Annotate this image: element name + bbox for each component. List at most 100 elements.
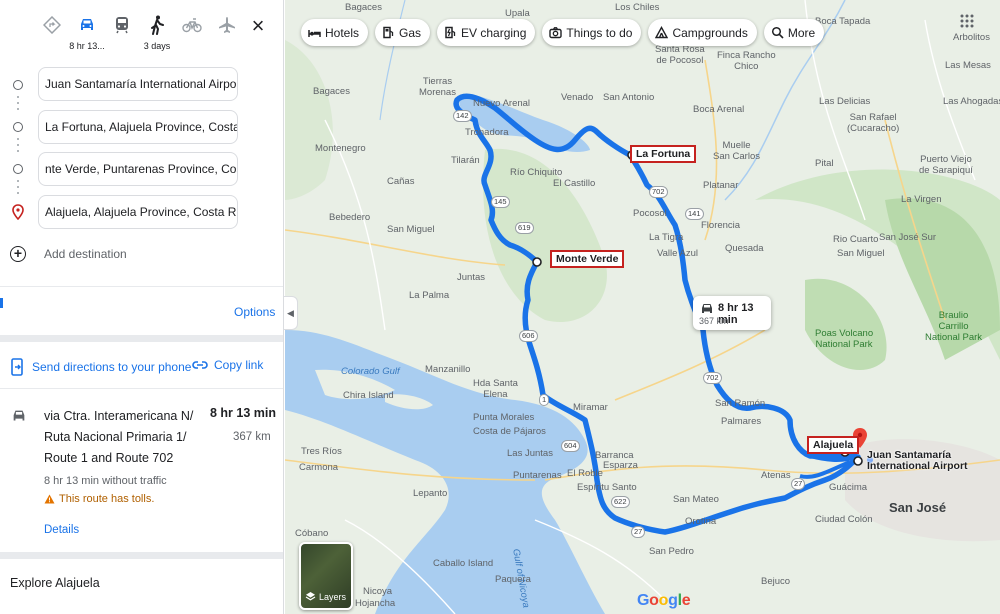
place-label: Upala xyxy=(505,8,530,19)
route-option-card[interactable]: via Ctra. Interamericana N/ Ruta Naciona… xyxy=(0,396,283,548)
place-label: Esparza xyxy=(603,460,638,471)
place-label: Chira Island xyxy=(343,390,394,401)
add-destination-label: Add destination xyxy=(44,247,127,261)
destination-label-monte-verde[interactable]: Monte Verde xyxy=(550,250,625,268)
road-shield: 702 xyxy=(703,372,722,384)
mode-driving[interactable]: 8 hr 13... xyxy=(69,12,105,51)
chip-hotels-label: Hotels xyxy=(325,25,360,40)
chip-gas-label: Gas xyxy=(399,25,422,40)
chip-campgrounds-label: Campgrounds xyxy=(672,25,748,40)
waypoint-input-stop-2[interactable]: nte Verde, Puntarenas Province, Costa Ri… xyxy=(38,152,238,186)
route-tolls-text: This route has tolls. xyxy=(59,493,155,505)
chip-things-to-do[interactable]: Things to do xyxy=(542,19,642,46)
place-label: Hojancha xyxy=(355,598,396,609)
route-details-link[interactable]: Details xyxy=(44,524,79,536)
mode-flights[interactable] xyxy=(209,12,245,41)
layers-button[interactable]: Layers xyxy=(299,542,353,610)
logo-letter: G xyxy=(637,592,650,609)
place-label: Las Ahogadas xyxy=(943,96,1000,107)
place-label: Los Chiles xyxy=(615,2,660,13)
airport-label[interactable]: Juan Santamaría International Airport xyxy=(867,450,1000,472)
destination-pin-icon xyxy=(12,204,24,220)
map-canvas[interactable]: Hotels Gas EV charging Things to do Camp… xyxy=(285,0,1000,614)
place-label: San Rafael (Cucaracho) xyxy=(847,112,900,134)
place-label: San Miguel xyxy=(837,248,885,259)
waypoint-input-origin[interactable]: Juan Santamaría International Airport, A… xyxy=(38,67,238,101)
copy-link-label: Copy link xyxy=(214,358,264,372)
waypoint-input-destination[interactable]: Alajuela, Alajuela Province, Costa Rica xyxy=(38,195,238,229)
directions-panel: 8 hr 13... 3 days × Juan Santamaría Inte… xyxy=(0,0,284,614)
mode-transit[interactable] xyxy=(104,12,140,41)
place-label: Las Juntas xyxy=(507,448,553,459)
add-destination-button[interactable]: + Add destination xyxy=(10,246,127,262)
send-directions-label: Send directions to your phone xyxy=(32,360,192,374)
road-shield: 27 xyxy=(631,526,646,538)
waypoint-connector xyxy=(17,180,19,198)
mode-cycling[interactable] xyxy=(174,12,210,41)
place-label: Paquera xyxy=(495,574,531,585)
place-label: San Antonio xyxy=(603,92,655,103)
place-label: Orotina xyxy=(685,516,717,527)
place-label: Quesada xyxy=(725,243,764,254)
road-shield: 27 xyxy=(791,478,806,490)
place-label: Tilarán xyxy=(451,155,480,166)
place-label: Lepanto xyxy=(413,488,448,499)
place-label: Pital xyxy=(815,158,834,169)
chip-gas[interactable]: Gas xyxy=(375,19,431,46)
copy-link-button[interactable]: Copy link xyxy=(192,358,263,372)
camera-icon xyxy=(549,27,563,39)
route-duration: 8 hr 13 min xyxy=(210,406,276,420)
google-logo: Google xyxy=(637,592,691,610)
road-shield: 1 xyxy=(539,394,550,406)
layers-icon xyxy=(305,592,316,601)
place-label: Palmares xyxy=(721,416,762,427)
chip-things-label: Things to do xyxy=(566,25,633,40)
place-label: Cóbano xyxy=(295,528,329,539)
chip-hotels[interactable]: Hotels xyxy=(301,19,369,46)
road-shield: 622 xyxy=(611,496,630,508)
divider xyxy=(0,286,283,287)
place-label: Miramar xyxy=(573,402,608,413)
route-info-bubble[interactable]: 8 hr 13 min 367 km xyxy=(693,296,771,330)
options-link[interactable]: Options xyxy=(234,305,275,319)
place-label: Santa Rosa de Pocosol xyxy=(655,44,705,66)
chip-more[interactable]: More xyxy=(763,19,825,46)
place-label: Tres Ríos xyxy=(301,446,342,457)
apps-grid-icon[interactable] xyxy=(960,14,974,28)
place-label: Puntarenas xyxy=(513,470,562,481)
place-label: Puerto Viejo de Sarapiquí xyxy=(919,154,973,176)
mode-best[interactable] xyxy=(34,12,70,41)
train-icon xyxy=(116,17,128,34)
chip-ev-label: EV charging xyxy=(461,25,527,40)
warning-icon xyxy=(44,494,55,504)
place-label: Carmona xyxy=(299,462,339,473)
chip-ev-charging[interactable]: EV charging xyxy=(437,19,536,46)
collapse-panel-button[interactable]: ◀ xyxy=(284,296,298,330)
place-label: Hda Santa Elena xyxy=(473,378,518,400)
bicycle-icon xyxy=(182,18,202,33)
route-tolls-warning: This route has tolls. xyxy=(44,493,154,505)
close-icon[interactable]: × xyxy=(248,15,268,37)
place-label: Rio Cuarto xyxy=(833,234,879,245)
place-label: Las Delicias xyxy=(819,96,871,107)
chip-campgrounds[interactable]: Campgrounds xyxy=(648,19,757,46)
logo-letter: g xyxy=(668,592,678,609)
chip-more-label: More xyxy=(787,25,816,40)
road-shield: 145 xyxy=(491,196,510,208)
destination-label-alajuela[interactable]: Alajuela xyxy=(807,436,860,454)
place-label: Valle Azul xyxy=(657,248,699,259)
destination-label-la-fortuna[interactable]: La Fortuna xyxy=(630,145,697,163)
divider xyxy=(0,388,283,389)
send-directions-button[interactable]: Send directions to your phone xyxy=(10,358,191,376)
bed-icon xyxy=(308,30,321,37)
logo-letter: o xyxy=(658,592,669,609)
place-label: Venado xyxy=(561,92,594,103)
waypoint-origin-dot xyxy=(13,80,23,90)
road-shield: 141 xyxy=(685,208,704,220)
mode-driving-sub: 8 hr 13... xyxy=(69,41,105,51)
mode-walking[interactable]: 3 days xyxy=(139,12,175,51)
place-label: Cañas xyxy=(387,176,415,187)
place-label: Costa de Pájaros xyxy=(473,426,546,437)
waypoint-input-stop-1[interactable]: La Fortuna, Alajuela Province, Costa Ric… xyxy=(38,110,238,144)
place-label: Manzanillo xyxy=(425,364,471,375)
